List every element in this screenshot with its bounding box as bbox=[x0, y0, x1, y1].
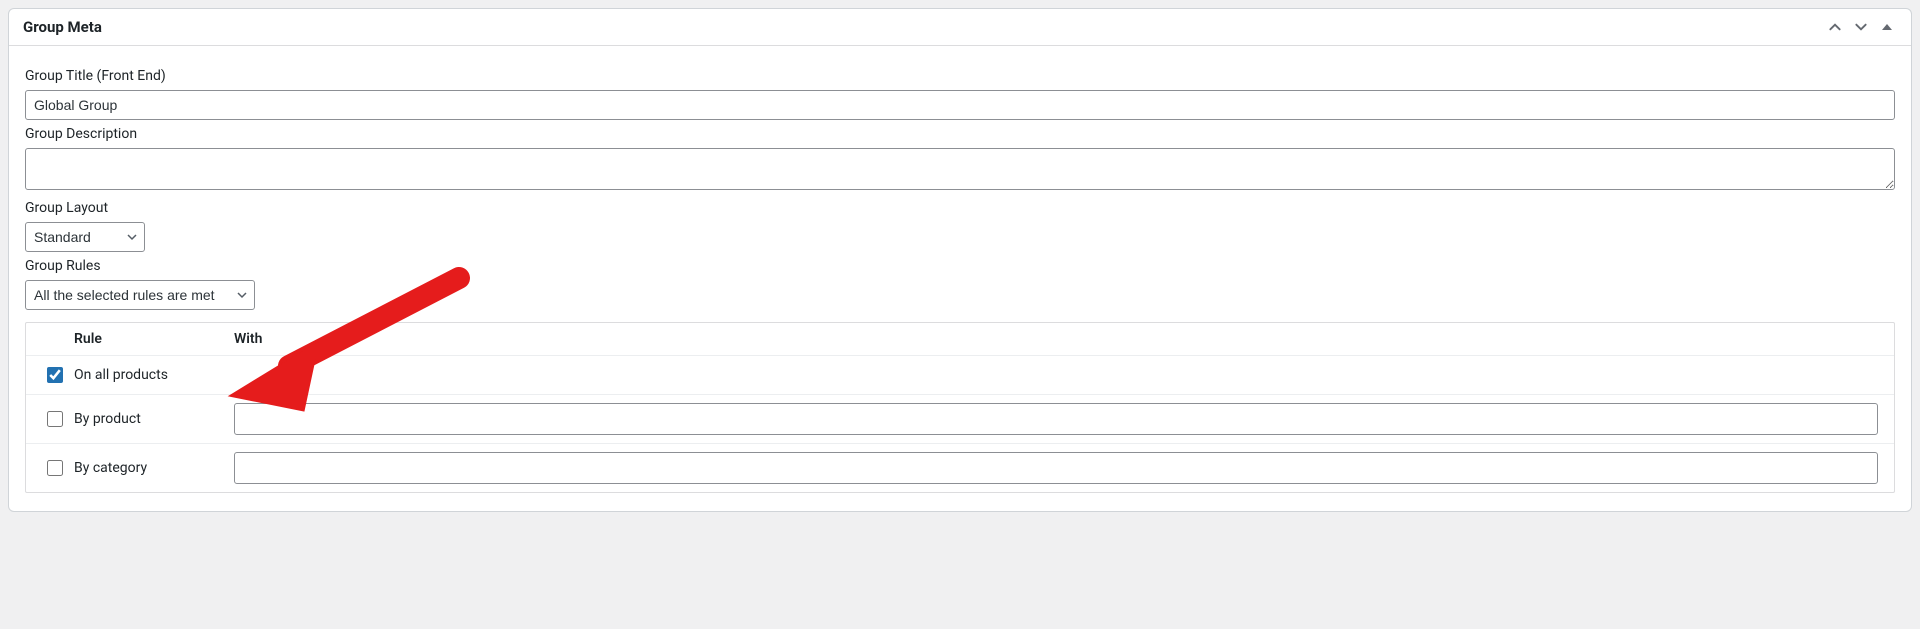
rule-label: By category bbox=[74, 460, 234, 476]
rule-with-input-by-product[interactable] bbox=[234, 403, 1878, 435]
group-description-textarea[interactable] bbox=[25, 148, 1895, 190]
rule-with-input-by-category[interactable] bbox=[234, 452, 1878, 484]
rules-header-with: With bbox=[234, 331, 1886, 347]
panel-header: Group Meta bbox=[9, 9, 1911, 46]
move-up-icon[interactable] bbox=[1825, 17, 1845, 37]
group-meta-panel: Group Meta Group Title (Front End) Group… bbox=[8, 8, 1912, 512]
group-title-label: Group Title (Front End) bbox=[25, 68, 1895, 84]
group-title-input[interactable] bbox=[25, 90, 1895, 120]
table-row: By product bbox=[26, 394, 1894, 443]
group-rules-label: Group Rules bbox=[25, 258, 1895, 274]
group-layout-label: Group Layout bbox=[25, 200, 1895, 216]
rules-table: Rule With On all products By prod bbox=[25, 322, 1895, 493]
rule-checkbox-by-product[interactable] bbox=[47, 411, 63, 427]
rule-checkbox-all-products[interactable] bbox=[47, 367, 63, 383]
collapse-icon[interactable] bbox=[1877, 17, 1897, 37]
group-layout-select[interactable]: Standard bbox=[25, 222, 145, 252]
rules-header-rule: Rule bbox=[74, 331, 234, 347]
group-description-label: Group Description bbox=[25, 126, 1895, 142]
group-rules-select[interactable]: All the selected rules are met bbox=[25, 280, 255, 310]
rule-label: On all products bbox=[74, 367, 234, 383]
rule-label: By product bbox=[74, 411, 234, 427]
table-row: On all products bbox=[26, 355, 1894, 394]
table-row: By category bbox=[26, 443, 1894, 492]
panel-title: Group Meta bbox=[23, 18, 1825, 36]
rule-checkbox-by-category[interactable] bbox=[47, 460, 63, 476]
move-down-icon[interactable] bbox=[1851, 17, 1871, 37]
